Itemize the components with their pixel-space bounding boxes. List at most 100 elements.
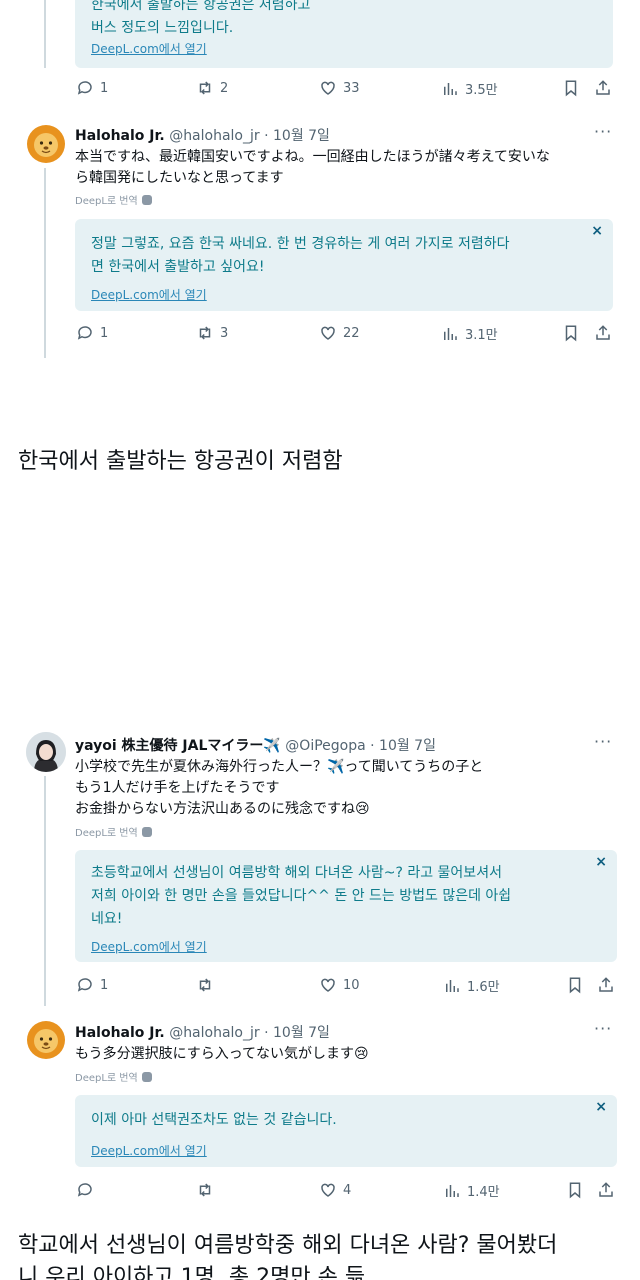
avatar[interactable] — [26, 1020, 66, 1060]
like-button[interactable]: 22 — [319, 324, 360, 342]
like-button[interactable]: 33 — [319, 79, 360, 97]
like-count: 4 — [343, 1182, 352, 1198]
like-icon — [321, 1183, 335, 1197]
tweet-line: お金掛からない方法沢山あるのに残念ですね😢 — [75, 801, 370, 817]
retweet-count: 2 — [220, 80, 229, 96]
avatar[interactable] — [26, 124, 66, 164]
retweet-button[interactable]: 3 — [196, 324, 228, 342]
display-name[interactable]: Halohalo Jr. — [75, 128, 165, 144]
reply-icon — [77, 326, 92, 340]
deepl-translate-label[interactable]: DeepL로 번역 — [75, 824, 152, 839]
like-count: 33 — [343, 80, 360, 96]
deepl-open-link[interactable]: DeepL.com에서 열기 — [91, 938, 207, 955]
deepl-label-text: DeepL로 번역 — [75, 828, 138, 839]
like-icon — [321, 81, 335, 95]
like-button[interactable]: 10 — [319, 976, 360, 994]
translation-box: 한국에서 출발하는 항공권은 저렴하고 버스 정도의 느낌입니다. DeepL.… — [75, 0, 613, 68]
close-icon[interactable]: × — [595, 854, 607, 870]
views-count: 3.1만 — [465, 328, 498, 343]
deepl-translate-label[interactable]: DeepL로 번역 — [75, 1069, 152, 1084]
reply-button[interactable]: 1 — [76, 976, 108, 994]
reply-button[interactable] — [76, 1181, 100, 1199]
handle-date[interactable]: @halohalo_jr · 10월 7일 — [169, 1025, 330, 1041]
thread-line — [44, 168, 46, 358]
share-button[interactable] — [594, 324, 612, 342]
deepl-open-link[interactable]: DeepL.com에서 열기 — [91, 1142, 207, 1159]
handle-date[interactable]: @OiPegopa · 10월 7일 — [285, 738, 436, 754]
reply-count: 1 — [100, 977, 109, 993]
translation-box: × 초등학교에서 선생님이 여름방학 해외 다녀온 사람~? 라고 물어보셔서 … — [75, 850, 617, 962]
retweet-button[interactable] — [196, 1181, 220, 1199]
translation-text: 초등학교에서 선생님이 여름방학 해외 다녀온 사람~? 라고 물어보셔서 저희… — [91, 862, 589, 931]
bookmark-button[interactable] — [566, 1181, 584, 1199]
tweet-line: 本当ですね、最近韓国安いですよね。一回経由したほうが諸々考えて安いな — [75, 149, 550, 165]
views-icon — [444, 82, 457, 95]
like-icon — [321, 326, 335, 340]
user-avatar-icon — [26, 732, 66, 772]
share-icon — [596, 325, 610, 340]
retweet-button[interactable]: 2 — [196, 79, 228, 97]
tweet-line: ら韓国発にしたいなと思ってます — [75, 170, 284, 186]
bookmark-icon — [569, 1182, 581, 1199]
share-button[interactable] — [597, 976, 615, 994]
lion-avatar-icon — [27, 125, 65, 163]
share-button[interactable] — [594, 79, 612, 97]
translation-line: 버스 정도의 느낌입니다. — [91, 20, 234, 36]
bookmark-button[interactable] — [566, 976, 584, 994]
tweet-text: 小学校で先生が夏休み海外行った人ー？✈️って聞いてうちの子と もう1人だけ手を上… — [75, 757, 615, 820]
close-icon[interactable]: × — [595, 1099, 607, 1115]
avatar[interactable] — [26, 732, 66, 772]
display-name[interactable]: yayoi 株主優待 JALマイラー✈️ — [75, 738, 281, 754]
deepl-badge-icon — [141, 194, 152, 205]
like-icon — [321, 978, 335, 992]
views-icon — [444, 327, 457, 340]
reply-button[interactable]: 1 — [76, 79, 108, 97]
thread-line — [44, 0, 46, 68]
tweet-line: もう多分選択肢にすら入ってない気がします😢 — [75, 1046, 369, 1062]
display-name[interactable]: Halohalo Jr. — [75, 1025, 165, 1041]
views-button[interactable]: 3.5만 — [441, 79, 498, 98]
tweet-text: 本当ですね、最近韓国安いですよね。一回経由したほうが諸々考えて安いな ら韓国発に… — [75, 147, 615, 189]
tweet-line: もう1人だけ手を上げたそうです — [75, 780, 280, 796]
more-icon[interactable]: ··· — [594, 1019, 612, 1038]
like-count: 22 — [343, 325, 360, 341]
caption-text: 학교에서 선생님이 여름방학중 해외 다녀온 사람? 물어봤더 니 우리 아이하… — [18, 1230, 557, 1280]
like-button[interactable]: 4 — [319, 1181, 351, 1199]
views-count: 1.4만 — [467, 1185, 500, 1200]
caption-line: 니 우리 아이하고 1명, 총 2명만 손 듦 — [18, 1265, 366, 1280]
deepl-open-link[interactable]: DeepL.com에서 열기 — [91, 40, 207, 57]
reply-icon — [77, 81, 92, 95]
retweet-button[interactable] — [196, 976, 220, 994]
views-count: 1.6만 — [467, 980, 500, 995]
translation-line: 정말 그렇죠, 요즘 한국 싸네요. 한 번 경유하는 게 여러 가지로 저렴하… — [91, 236, 510, 252]
share-icon — [596, 80, 610, 95]
bookmark-button[interactable] — [562, 324, 580, 342]
tweet-header: Halohalo Jr. @halohalo_jr · 10월 7일 — [75, 125, 330, 145]
translation-line: 초등학교에서 선생님이 여름방학 해외 다녀온 사람~? 라고 물어보셔서 — [91, 865, 502, 881]
reply-button[interactable]: 1 — [76, 324, 108, 342]
translation-line: 면 한국에서 출발하고 싶어요! — [91, 259, 265, 275]
deepl-translate-label[interactable]: DeepL로 번역 — [75, 192, 152, 207]
retweet-icon — [199, 81, 211, 95]
views-button[interactable]: 1.4만 — [443, 1181, 500, 1200]
views-button[interactable]: 1.6만 — [443, 976, 500, 995]
share-button[interactable] — [597, 1181, 615, 1199]
more-icon[interactable]: ··· — [594, 122, 612, 141]
tweet-actions: 1 2 33 3.5만 — [76, 79, 616, 99]
translation-line: 한국에서 출발하는 항공권은 저렴하고 — [91, 0, 311, 13]
close-icon[interactable]: × — [591, 223, 603, 239]
more-icon[interactable]: ··· — [594, 732, 612, 751]
views-count: 3.5만 — [465, 83, 498, 98]
deepl-open-link[interactable]: DeepL.com에서 열기 — [91, 286, 207, 303]
handle-date[interactable]: @halohalo_jr · 10월 7일 — [169, 128, 330, 144]
bookmark-button[interactable] — [562, 79, 580, 97]
translation-line: 저희 아이와 한 명만 손을 들었답니다^^ 돈 안 드는 방법도 많은데 아쉽 — [91, 888, 512, 904]
translation-text: 정말 그렇죠, 요즘 한국 싸네요. 한 번 경유하는 게 여러 가지로 저렴하… — [91, 233, 585, 279]
retweet-icon — [199, 326, 211, 340]
retweet-count: 3 — [220, 325, 229, 341]
translation-line: 이제 아마 선택권조차도 없는 것 같습니다. — [91, 1112, 337, 1128]
tweet-text: もう多分選択肢にすら入ってない気がします😢 — [75, 1044, 615, 1065]
tweet-actions: 1 3 22 3.1만 — [76, 324, 616, 344]
bookmark-icon — [565, 325, 577, 342]
views-button[interactable]: 3.1만 — [441, 324, 498, 343]
